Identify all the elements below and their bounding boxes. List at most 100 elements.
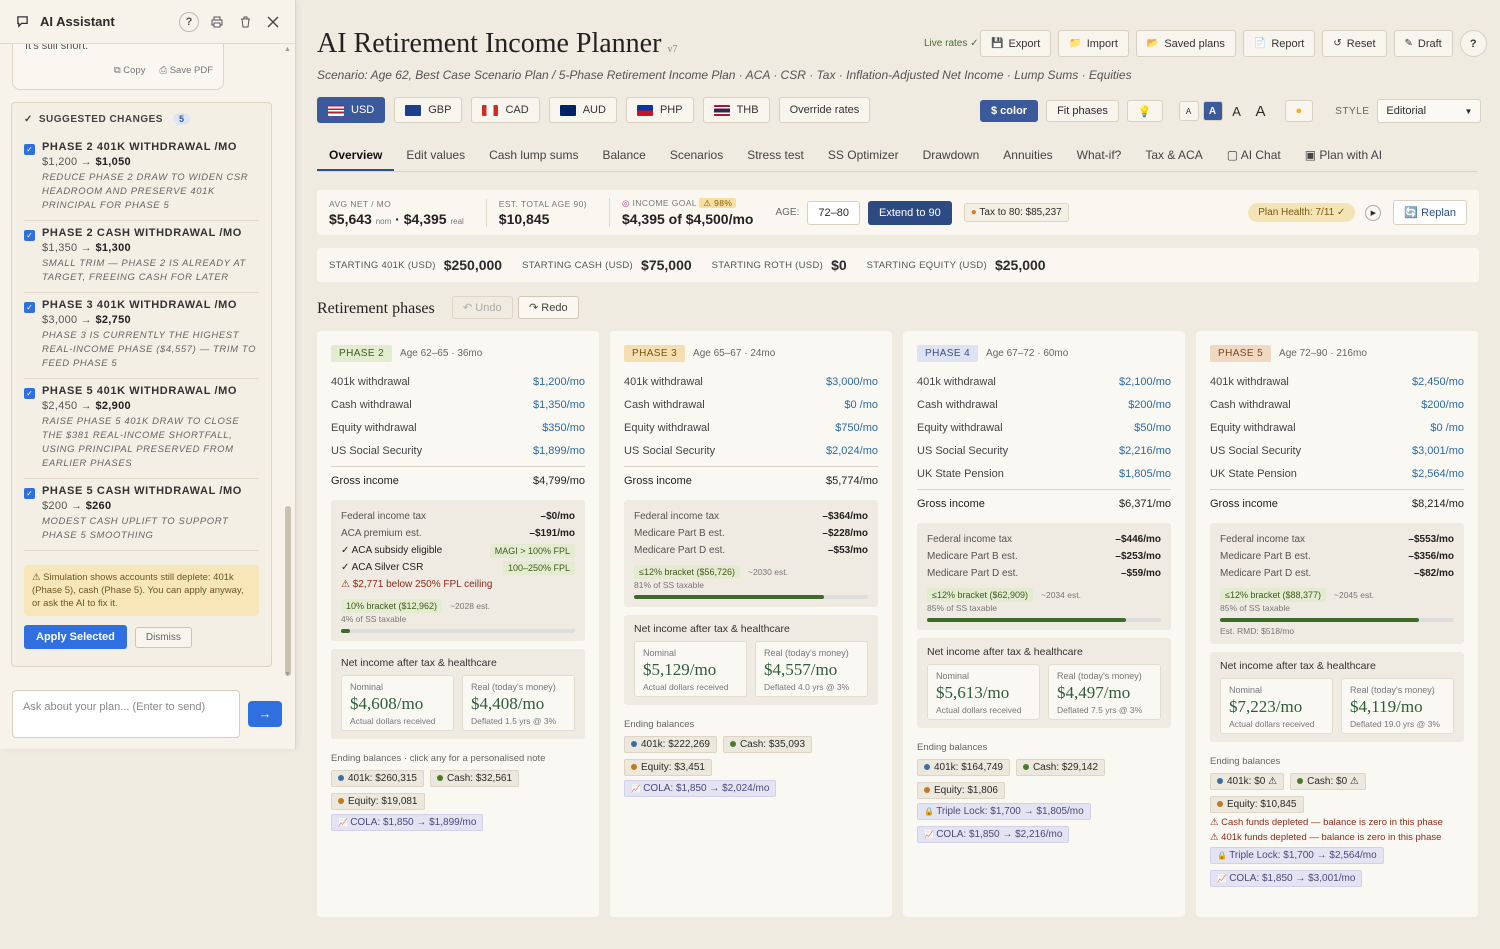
income-amount[interactable]: $200/mo (1421, 399, 1464, 411)
currency-aud-button[interactable]: AUD (548, 97, 617, 123)
color-toggle[interactable]: $ color (980, 100, 1039, 122)
tab-cash-lump-sums[interactable]: Cash lump sums (477, 144, 590, 171)
font-size-l[interactable]: A (1251, 101, 1271, 121)
income-row[interactable]: Cash withdrawal $0 /mo (624, 393, 878, 416)
extend-to-90-button[interactable]: Extend to 90 (867, 200, 952, 225)
balance-badge[interactable]: Cash: $0 ⚠ (1290, 773, 1366, 790)
income-amount[interactable]: $3,000/mo (826, 376, 878, 388)
income-row[interactable]: Equity withdrawal $350/mo (331, 416, 585, 439)
dismiss-button[interactable]: Dismiss (134, 626, 192, 648)
report-button[interactable]: 📄 Report (1242, 30, 1316, 57)
currency-php-button[interactable]: PHP (625, 97, 694, 123)
tab-edit-values[interactable]: Edit values (394, 144, 477, 171)
currency-thb-button[interactable]: THB (702, 97, 770, 123)
balance-badge[interactable]: Cash: $35,093 (722, 736, 813, 753)
scroll-up-icon[interactable]: ▲ (284, 46, 291, 53)
currency-usd-button[interactable]: USD (317, 97, 386, 123)
income-row[interactable]: US Social Security $2,024/mo (624, 439, 878, 462)
income-row[interactable]: 401k withdrawal $3,000/mo (624, 370, 878, 393)
income-row[interactable]: 401k withdrawal $2,100/mo (917, 370, 1171, 393)
change-checkbox[interactable]: ✓ (24, 302, 35, 313)
income-amount[interactable]: $2,100/mo (1119, 376, 1171, 388)
income-amount[interactable]: $2,450/mo (1412, 376, 1464, 388)
copy-button[interactable]: ⧉ Copy (114, 65, 146, 76)
income-row[interactable]: US Social Security $2,216/mo (917, 439, 1171, 462)
suggested-change-item[interactable]: ✓ PHASE 3 401K WITHDRAWAL /MO $3,000 → $2,… (24, 293, 259, 379)
replan-button[interactable]: 🔄 Replan (1393, 200, 1467, 225)
balance-badge[interactable]: Equity: $19,081 (331, 793, 425, 810)
font-size-s[interactable]: A (1202, 101, 1223, 121)
tab-ss-optimizer[interactable]: SS Optimizer (816, 144, 911, 171)
balance-badge[interactable]: 401k: $164,749 (917, 759, 1010, 776)
trash-icon[interactable] (235, 12, 255, 32)
income-row[interactable]: Cash withdrawal $1,350/mo (331, 393, 585, 416)
font-size-m[interactable]: A (1227, 101, 1247, 121)
apply-selected-button[interactable]: Apply Selected (24, 625, 127, 649)
play-icon[interactable]: ▶ (1365, 204, 1382, 221)
tab-ai-chat[interactable]: ▢ AI Chat (1215, 144, 1293, 171)
draft-button[interactable]: ✎ Draft (1393, 30, 1453, 57)
balance-badge[interactable]: Cash: $32,561 (429, 770, 520, 787)
income-amount[interactable]: $1,350/mo (533, 399, 585, 411)
cola-badge[interactable]: 📈 COLA: $1,850 → $2,024/mo (624, 780, 777, 797)
suggested-change-item[interactable]: ✓ PHASE 2 CASH WITHDRAWAL /MO $1,350 → $1,… (24, 221, 259, 293)
change-checkbox[interactable]: ✓ (24, 144, 35, 155)
cola-badge[interactable]: 📈 COLA: $1,850 → $3,001/mo (1210, 870, 1363, 887)
assistant-scroll-area[interactable]: It's still short. ⧉ Copy ⎙ Save PDF ✓ SU… (0, 44, 286, 680)
tab-drawdown[interactable]: Drawdown (911, 144, 992, 171)
balance-badge[interactable]: Cash: $29,142 (1015, 759, 1106, 776)
scrollbar-thumb[interactable] (285, 506, 291, 676)
income-amount[interactable]: $1,805/mo (1119, 468, 1171, 480)
saved-plans-button[interactable]: 📂 Saved plans (1135, 30, 1236, 57)
currency-gbp-button[interactable]: GBP (394, 97, 463, 123)
income-amount[interactable]: $2,216/mo (1119, 445, 1171, 457)
income-row[interactable]: US Social Security $3,001/mo (1210, 439, 1464, 462)
balance-badge[interactable]: Equity: $3,451 (624, 759, 712, 776)
tab-plan-with-ai[interactable]: ▣ Plan with AI (1293, 144, 1394, 171)
suggested-change-item[interactable]: ✓ PHASE 2 401K WITHDRAWAL /MO $1,200 → $1,… (24, 135, 259, 221)
income-amount[interactable]: $200/mo (1128, 399, 1171, 411)
income-amount[interactable]: $50/mo (1134, 422, 1171, 434)
scroll-down-icon[interactable]: ▼ (284, 671, 291, 678)
tab-overview[interactable]: Overview (317, 144, 395, 171)
change-checkbox[interactable]: ✓ (24, 230, 35, 241)
income-amount[interactable]: $0 /mo (1430, 422, 1464, 434)
help-button[interactable]: ? (1459, 30, 1487, 57)
currency-cad-button[interactable]: CAD (471, 97, 540, 123)
tab-scenarios[interactable]: Scenarios (658, 144, 735, 171)
help-icon[interactable]: ? (179, 11, 199, 32)
income-amount[interactable]: $3,001/mo (1412, 445, 1464, 457)
income-row[interactable]: Equity withdrawal $50/mo (917, 416, 1171, 439)
triple-lock-badge[interactable]: 🔒 Triple Lock: $1,700 → $1,805/mo (917, 803, 1091, 820)
close-icon[interactable] (263, 12, 283, 32)
export-button[interactable]: 💾 Export (980, 30, 1052, 57)
import-button[interactable]: 📁 Import (1058, 30, 1129, 57)
tab-what-if-[interactable]: What-if? (1065, 144, 1134, 171)
send-button[interactable]: → (248, 701, 282, 727)
cola-badge[interactable]: 📈 COLA: $1,850 → $1,899/mo (331, 814, 484, 831)
income-amount[interactable]: $2,024/mo (826, 445, 878, 457)
age-range-input[interactable]: 72–80 (807, 200, 860, 225)
triple-lock-badge[interactable]: 🔒 Triple Lock: $1,700 → $2,564/mo (1210, 847, 1384, 864)
style-select[interactable]: Editorial ▼ (1377, 99, 1482, 123)
suggested-change-item[interactable]: ✓ PHASE 5 CASH WITHDRAWAL /MO $200 → $260 M… (24, 479, 259, 551)
balance-badge[interactable]: 401k: $0 ⚠ (1210, 773, 1285, 790)
assistant-scrollbar[interactable]: ▲ ▼ (284, 44, 292, 680)
reset-button[interactable]: ↺ Reset (1322, 30, 1387, 57)
balance-badge[interactable]: 401k: $260,315 (331, 770, 424, 787)
change-checkbox[interactable]: ✓ (24, 388, 35, 399)
income-amount[interactable]: $2,564/mo (1412, 468, 1464, 480)
income-row[interactable]: 401k withdrawal $1,200/mo (331, 370, 585, 393)
income-row[interactable]: UK State Pension $1,805/mo (917, 462, 1171, 485)
lightbulb-button[interactable]: 💡 (1126, 100, 1163, 122)
save-pdf-button[interactable]: ⎙ Save PDF (159, 65, 213, 76)
income-row[interactable]: Equity withdrawal $0 /mo (1210, 416, 1464, 439)
income-amount[interactable]: $1,200/mo (533, 376, 585, 388)
change-checkbox[interactable]: ✓ (24, 488, 35, 499)
tab-balance[interactable]: Balance (590, 144, 657, 171)
tab-annuities[interactable]: Annuities (991, 144, 1064, 171)
income-row[interactable]: Cash withdrawal $200/mo (917, 393, 1171, 416)
override-rates-button[interactable]: Override rates (778, 97, 871, 123)
balance-badge[interactable]: 401k: $222,269 (624, 736, 717, 753)
undo-button[interactable]: ↶ Undo (452, 296, 513, 319)
